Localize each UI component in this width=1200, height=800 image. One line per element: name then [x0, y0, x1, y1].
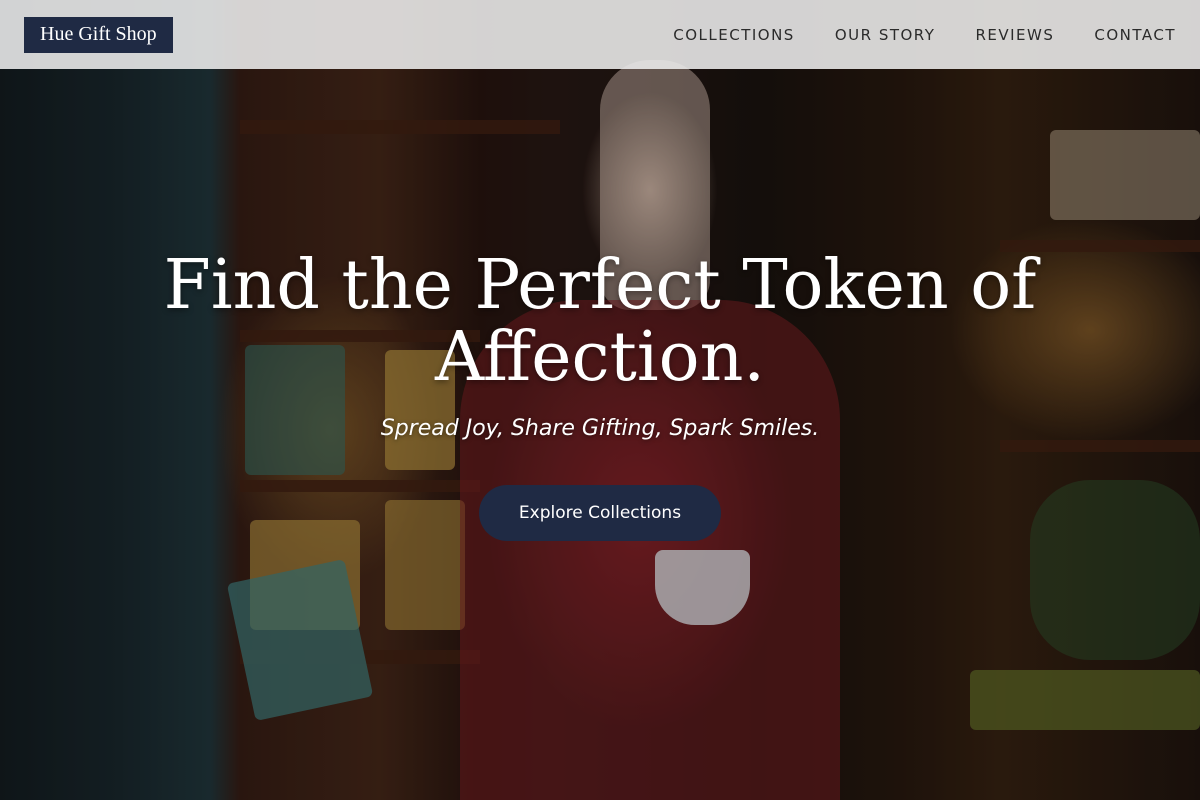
nav-link-contact[interactable]: CONTACT	[1094, 26, 1176, 44]
hero-headline: Find the Perfect Token of Affection.	[163, 246, 1037, 397]
nav-link-reviews[interactable]: REVIEWS	[975, 26, 1054, 44]
nav-link-our-story[interactable]: OUR STORY	[835, 26, 936, 44]
hero-section: Find the Perfect Token of Affection. Spr…	[0, 250, 1200, 541]
navbar: Hue Gift Shop COLLECTIONS OUR STORY REVI…	[0, 0, 1200, 69]
nav-link-collections[interactable]: COLLECTIONS	[673, 26, 795, 44]
explore-collections-button[interactable]: Explore Collections	[478, 485, 722, 541]
hero-tagline: Spread Joy, Share Gifting, Spark Smiles.	[380, 416, 820, 441]
brand-logo[interactable]: Hue Gift Shop	[24, 16, 173, 53]
main-nav: COLLECTIONS OUR STORY REVIEWS CONTACT	[673, 26, 1176, 44]
